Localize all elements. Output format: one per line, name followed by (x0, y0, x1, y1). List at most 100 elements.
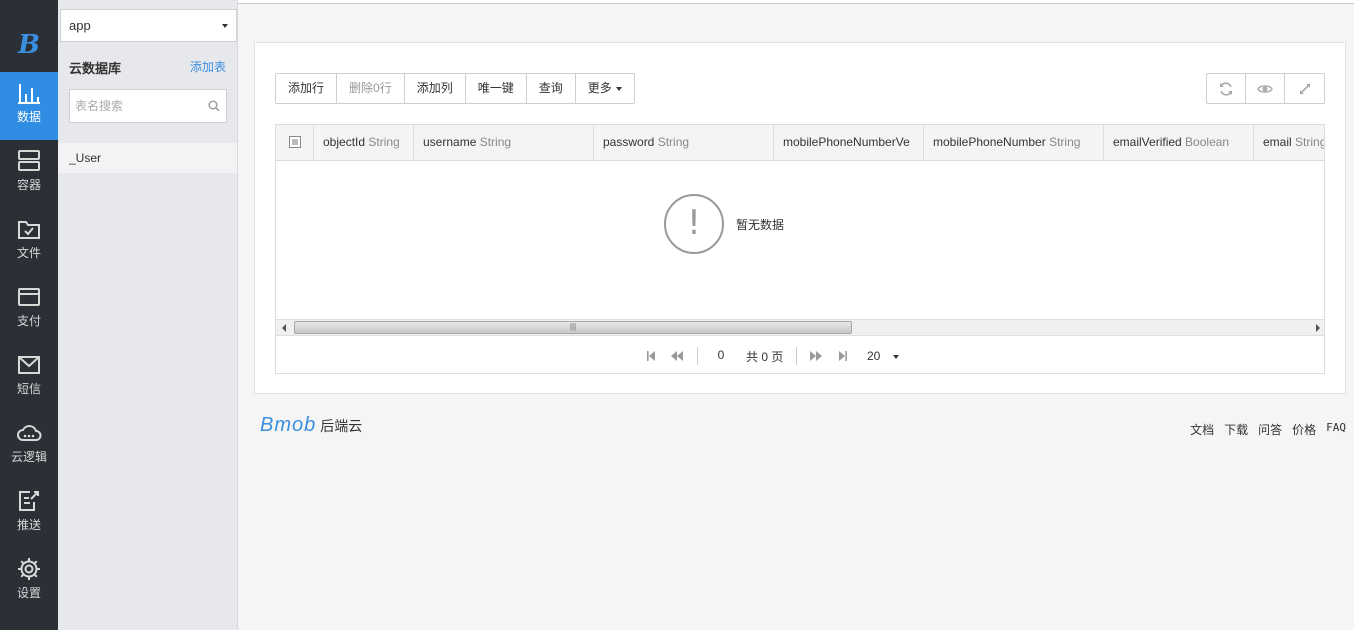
pager-divider (796, 347, 797, 365)
action-button-group: 添加行 删除0行 添加列 唯一键 查询 更多 (275, 73, 635, 104)
bar-chart-icon (18, 84, 40, 104)
column-name: username (423, 135, 477, 149)
page-size-value: 20 (867, 349, 881, 363)
prev-page-icon[interactable] (670, 350, 684, 362)
refresh-icon (1220, 81, 1232, 96)
nav-item-label: 设置 (16, 586, 41, 600)
nav-item-label: 推送 (16, 518, 41, 532)
footer-link-download[interactable]: 下载 (1224, 421, 1248, 438)
delete-rows-button[interactable]: 删除0行 (337, 74, 405, 103)
brand-logo: Bmob (260, 414, 317, 436)
column-header[interactable]: objectId String (314, 125, 414, 160)
caret-down-icon (615, 86, 622, 91)
pager-divider (697, 347, 698, 365)
refresh-button[interactable] (1207, 74, 1246, 103)
first-page-icon[interactable] (646, 350, 656, 362)
column-type: String (657, 135, 690, 149)
grid-header: objectId String username String password… (276, 125, 1325, 161)
mail-icon (18, 356, 40, 374)
folder-check-icon (18, 221, 40, 239)
current-page[interactable]: 0 (708, 348, 734, 362)
nav-item-label: 支付 (16, 314, 41, 328)
server-icon (18, 150, 40, 171)
data-grid: objectId String username String password… (275, 124, 1325, 374)
nav-item-label: 文件 (16, 246, 41, 260)
footer-link-docs[interactable]: 文档 (1190, 421, 1214, 438)
app-select-value: app (69, 18, 91, 33)
table-search (69, 89, 227, 123)
query-button[interactable]: 查询 (526, 74, 576, 103)
nav-item-container[interactable]: 容器 (0, 140, 58, 208)
footer-link-qa[interactable]: 问答 (1258, 421, 1282, 438)
cloud-icon (17, 425, 42, 441)
push-icon (19, 491, 39, 511)
nav-item-data[interactable]: 数据 (0, 72, 58, 140)
column-type: String (1295, 135, 1325, 149)
more-button-label: 更多 (587, 81, 612, 95)
empty-state-text: 暂无数据 (736, 218, 785, 232)
footer-links: 文档 下载 问答 价格 FAQ (1190, 421, 1346, 438)
nav-item-label: 云逻辑 (10, 450, 47, 464)
nav-item-push[interactable]: 推送 (0, 480, 58, 548)
toggle-visibility-button[interactable] (1246, 74, 1285, 103)
column-name: objectId (323, 135, 366, 149)
column-name: mobilePhoneNumberVe (783, 135, 910, 149)
brand-subtitle: 后端云 (320, 418, 363, 434)
footer-link-faq[interactable]: FAQ (1326, 421, 1346, 438)
table-sidebar: app 云数据库 添加表 _User (58, 0, 238, 630)
table-list-item[interactable]: _User (58, 143, 237, 173)
column-name: mobilePhoneNumber (933, 135, 1046, 149)
footer-brand[interactable]: Bmob 后端云 (260, 414, 362, 442)
gear-icon (18, 558, 40, 580)
card-icon (18, 288, 40, 306)
add-column-button[interactable]: 添加列 (404, 74, 466, 103)
next-page-icon[interactable] (809, 350, 823, 362)
more-button[interactable]: 更多 (575, 74, 634, 103)
scroll-left-icon[interactable] (282, 324, 286, 332)
nav-item-label: 容器 (16, 178, 41, 192)
unique-key-button[interactable]: 唯一键 (465, 74, 527, 103)
scrollbar-thumb[interactable]: ||| (294, 321, 852, 334)
column-name: emailVerified (1113, 135, 1182, 149)
app-select[interactable]: app (60, 9, 237, 42)
column-type: Boolean (1185, 135, 1230, 149)
column-header[interactable]: username String (414, 125, 594, 160)
nav-item-payment[interactable]: 支付 (0, 276, 58, 344)
add-row-button[interactable]: 添加行 (276, 74, 338, 103)
caret-down-icon (893, 355, 899, 359)
nav-item-sms[interactable]: 短信 (0, 344, 58, 412)
nav-rail: B 数据 容器 文件 支付 短信 云逻辑 推送 设置 (0, 0, 58, 630)
top-bar (238, 0, 1354, 4)
column-type: String (368, 135, 400, 149)
horizontal-scrollbar[interactable]: ||| (276, 319, 1324, 335)
total-pages: 共 0 页 (746, 350, 784, 364)
nav-item-label: 数据 (16, 110, 41, 124)
fullscreen-button[interactable] (1285, 74, 1324, 103)
page-size-select[interactable]: 20 (861, 349, 905, 367)
add-table-link[interactable]: 添加表 (190, 58, 226, 75)
eye-icon (1257, 84, 1273, 93)
column-header[interactable]: email String (1254, 125, 1325, 160)
column-type: String (1049, 135, 1081, 149)
select-all-checkbox[interactable] (289, 136, 301, 148)
column-header[interactable]: mobilePhoneNumber String (924, 125, 1104, 160)
last-page-icon[interactable] (838, 350, 848, 362)
column-header[interactable]: password String (594, 125, 774, 160)
footer-link-pricing[interactable]: 价格 (1292, 421, 1316, 438)
column-name: password (603, 135, 655, 149)
bmob-logo[interactable]: B (0, 30, 58, 66)
column-header[interactable]: emailVerified Boolean (1104, 125, 1254, 160)
data-panel: 添加行 删除0行 添加列 唯一键 查询 更多 objectId String u… (254, 42, 1346, 394)
scroll-right-icon[interactable] (1316, 324, 1320, 332)
table-search-input[interactable] (70, 90, 200, 122)
column-header[interactable]: mobilePhoneNumberVe (774, 125, 924, 160)
nav-item-file[interactable]: 文件 (0, 208, 58, 276)
search-icon[interactable] (208, 100, 220, 112)
empty-state-icon: ! (664, 194, 724, 254)
nav-item-label: 短信 (16, 382, 41, 396)
pagination: 0 共 0 页 20 (276, 335, 1324, 373)
nav-item-cloud-logic[interactable]: 云逻辑 (0, 412, 58, 480)
nav-item-settings[interactable]: 设置 (0, 548, 58, 616)
column-name: email (1263, 135, 1292, 149)
fullscreen-icon (1298, 82, 1311, 95)
